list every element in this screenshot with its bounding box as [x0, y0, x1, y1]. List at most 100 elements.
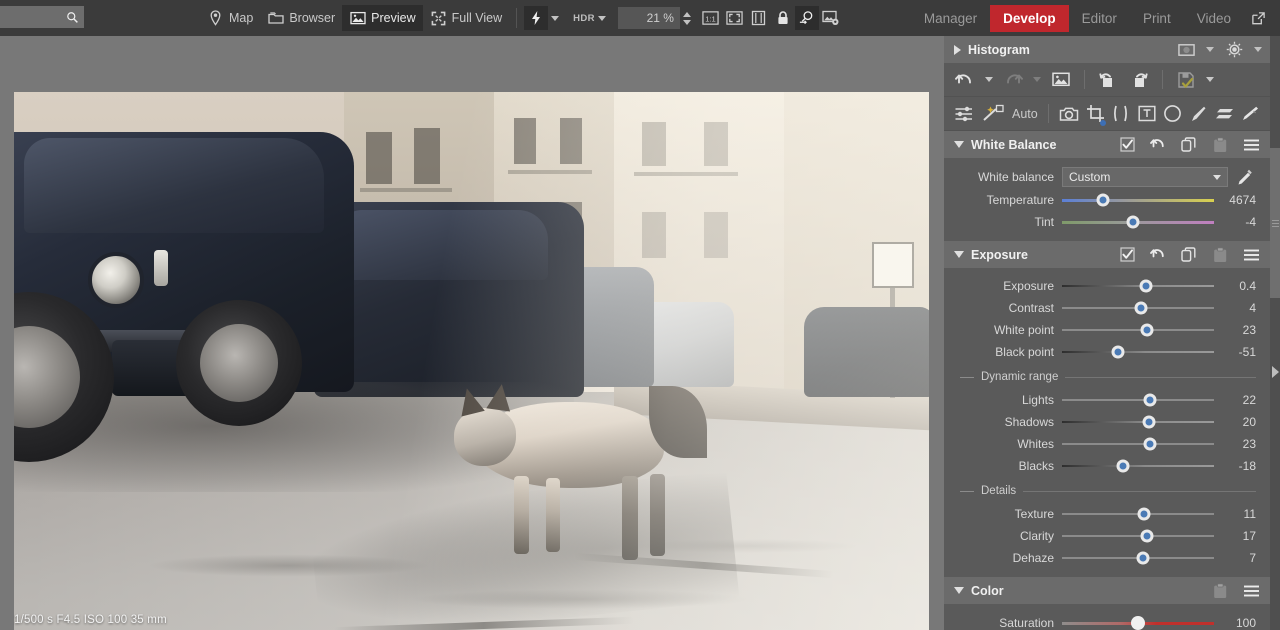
- slider-knob[interactable]: [1137, 507, 1151, 521]
- tab-develop[interactable]: Develop: [990, 4, 1069, 32]
- magic-wand-icon[interactable]: [981, 103, 1005, 125]
- search-input[interactable]: [0, 6, 84, 28]
- collapse-panel-icon[interactable]: [1272, 366, 1279, 378]
- crop-icon[interactable]: [1086, 103, 1106, 126]
- clipping-icon[interactable]: [1175, 39, 1197, 61]
- slider-knob[interactable]: [1096, 193, 1110, 207]
- eyedropper-icon[interactable]: [1234, 169, 1256, 186]
- flash-dropdown-icon[interactable]: [551, 15, 560, 21]
- slider-blacks[interactable]: [1062, 455, 1214, 477]
- slider-knob[interactable]: [1143, 437, 1157, 451]
- camera-icon[interactable]: [1059, 103, 1079, 125]
- fit-screen-button[interactable]: [723, 6, 747, 30]
- section-color-header[interactable]: Color: [944, 577, 1270, 604]
- sliders-icon[interactable]: [954, 103, 974, 125]
- menu-icon[interactable]: [1240, 134, 1262, 156]
- straighten-icon[interactable]: [1112, 103, 1131, 125]
- tab-video[interactable]: Video: [1184, 5, 1244, 32]
- image-stage[interactable]: 1/500 s F4.5 ISO 100 35 mm: [0, 36, 944, 630]
- lock-button[interactable]: [771, 6, 795, 30]
- redo-menu-icon[interactable]: [1033, 77, 1041, 82]
- reset-icon[interactable]: [1147, 244, 1169, 266]
- enabled-check-icon[interactable]: [1116, 244, 1138, 266]
- rotate-right-icon[interactable]: [1128, 69, 1150, 91]
- compare-button[interactable]: [794, 6, 819, 30]
- slider-texture[interactable]: [1062, 503, 1214, 525]
- chevron-down-icon[interactable]: [954, 251, 964, 258]
- sun-icon[interactable]: [1223, 39, 1245, 61]
- paste-icon[interactable]: [1209, 580, 1231, 602]
- view-mode-browser[interactable]: Browser: [260, 5, 342, 31]
- circle-icon[interactable]: [1163, 103, 1182, 125]
- slider-knob[interactable]: [1111, 345, 1125, 359]
- scroll-thumb[interactable]: [1270, 148, 1280, 298]
- copy-icon[interactable]: [1178, 244, 1200, 266]
- tab-print[interactable]: Print: [1130, 5, 1184, 32]
- slider-clarity[interactable]: [1062, 525, 1214, 547]
- zoom-level-field[interactable]: 21 %: [617, 7, 680, 29]
- tab-manager[interactable]: Manager: [911, 5, 990, 32]
- chevron-down-icon[interactable]: [954, 587, 964, 594]
- menu-icon[interactable]: [1240, 244, 1262, 266]
- slider-tint[interactable]: [1062, 211, 1214, 233]
- save-check-icon[interactable]: [1175, 69, 1197, 91]
- redo-icon[interactable]: [1002, 69, 1024, 91]
- slider-knob[interactable]: [1139, 279, 1153, 293]
- gradient-icon[interactable]: [1215, 103, 1234, 125]
- view-mode-map[interactable]: Map: [200, 5, 260, 31]
- undo-icon[interactable]: [954, 69, 976, 91]
- menu-icon[interactable]: [1240, 580, 1262, 602]
- tab-editor[interactable]: Editor: [1069, 5, 1130, 32]
- slider-knob[interactable]: [1142, 415, 1156, 429]
- preview-settings-button[interactable]: [819, 6, 843, 30]
- slider-black-point[interactable]: [1062, 341, 1214, 363]
- reset-icon[interactable]: [1147, 134, 1169, 156]
- slider-exposure[interactable]: [1062, 275, 1214, 297]
- slider-knob[interactable]: [1134, 301, 1148, 315]
- slider-shadows[interactable]: [1062, 411, 1214, 433]
- auto-label[interactable]: Auto: [1012, 107, 1038, 121]
- text-box-icon[interactable]: [1137, 103, 1156, 125]
- view-mode-full-view[interactable]: Full View: [423, 5, 509, 31]
- display-dropdown-icon[interactable]: [1254, 47, 1262, 52]
- slider-knob[interactable]: [1126, 215, 1140, 229]
- view-mode-preview[interactable]: Preview: [342, 5, 423, 31]
- slider-knob[interactable]: [1131, 616, 1145, 630]
- eraser-icon[interactable]: [1241, 103, 1260, 125]
- slider-knob[interactable]: [1136, 551, 1150, 565]
- chevron-right-icon[interactable]: [954, 44, 961, 55]
- brush-icon[interactable]: [1189, 103, 1208, 125]
- zoom-stepper[interactable]: [682, 11, 691, 25]
- slider-lights[interactable]: [1062, 389, 1214, 411]
- section-exposure-header[interactable]: Exposure: [944, 241, 1270, 268]
- enabled-check-icon[interactable]: [1116, 134, 1138, 156]
- slider-whites[interactable]: [1062, 433, 1214, 455]
- hdr-dropdown-icon[interactable]: [597, 15, 606, 21]
- original-picture-icon[interactable]: [1050, 69, 1072, 91]
- panel-scrollbar[interactable]: [1270, 36, 1280, 630]
- slider-knob[interactable]: [1140, 529, 1154, 543]
- photo-preview[interactable]: [14, 92, 929, 630]
- slider-temperature[interactable]: [1062, 189, 1214, 211]
- undo-menu-icon[interactable]: [985, 77, 993, 82]
- slider-dehaze[interactable]: [1062, 547, 1214, 569]
- slider-white-point[interactable]: [1062, 319, 1214, 341]
- clipping-dropdown-icon[interactable]: [1206, 47, 1214, 52]
- flash-button[interactable]: [524, 6, 549, 30]
- paste-icon[interactable]: [1209, 244, 1231, 266]
- slider-knob[interactable]: [1143, 393, 1157, 407]
- external-link-button[interactable]: [1244, 11, 1272, 26]
- slider-contrast[interactable]: [1062, 297, 1214, 319]
- one-to-one-button[interactable]: 1:1: [699, 6, 723, 30]
- fit-width-button[interactable]: [747, 6, 771, 30]
- slider-saturation[interactable]: [1062, 612, 1214, 630]
- section-white-balance-header[interactable]: White Balance: [944, 131, 1270, 158]
- rotate-left-icon[interactable]: [1097, 69, 1119, 91]
- save-menu-icon[interactable]: [1206, 77, 1214, 82]
- slider-knob[interactable]: [1140, 323, 1154, 337]
- chevron-down-icon[interactable]: [954, 141, 964, 148]
- section-histogram-header[interactable]: Histogram: [944, 36, 1270, 63]
- paste-icon[interactable]: [1209, 134, 1231, 156]
- copy-icon[interactable]: [1178, 134, 1200, 156]
- white-balance-select[interactable]: Custom: [1062, 167, 1228, 187]
